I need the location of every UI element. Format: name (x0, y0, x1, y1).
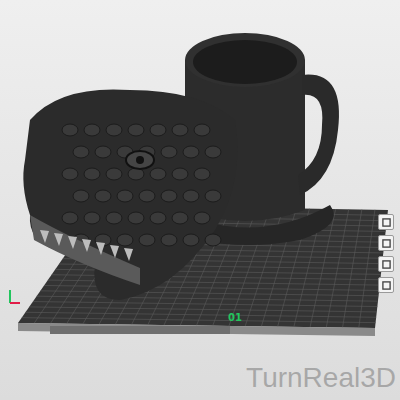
plate-tool-icon (382, 239, 391, 248)
plate-number: 01 (226, 311, 244, 324)
plate-tool-button[interactable] (378, 235, 394, 251)
axis-icon (10, 290, 20, 303)
plate-tool-button[interactable] (378, 277, 394, 293)
plate-tool-button[interactable] (378, 214, 394, 230)
3d-viewport[interactable]: 01 TurnReal3D (0, 0, 400, 400)
plate-tool-icon (382, 260, 391, 269)
build-scene[interactable] (0, 0, 400, 400)
plate-tool-button[interactable] (378, 256, 394, 272)
dragon-mug-model[interactable] (23, 33, 339, 300)
plate-tool-icon (382, 281, 391, 290)
watermark: TurnReal3D (246, 362, 396, 394)
plate-toolbar (378, 214, 394, 293)
plate-tool-icon (382, 218, 391, 227)
